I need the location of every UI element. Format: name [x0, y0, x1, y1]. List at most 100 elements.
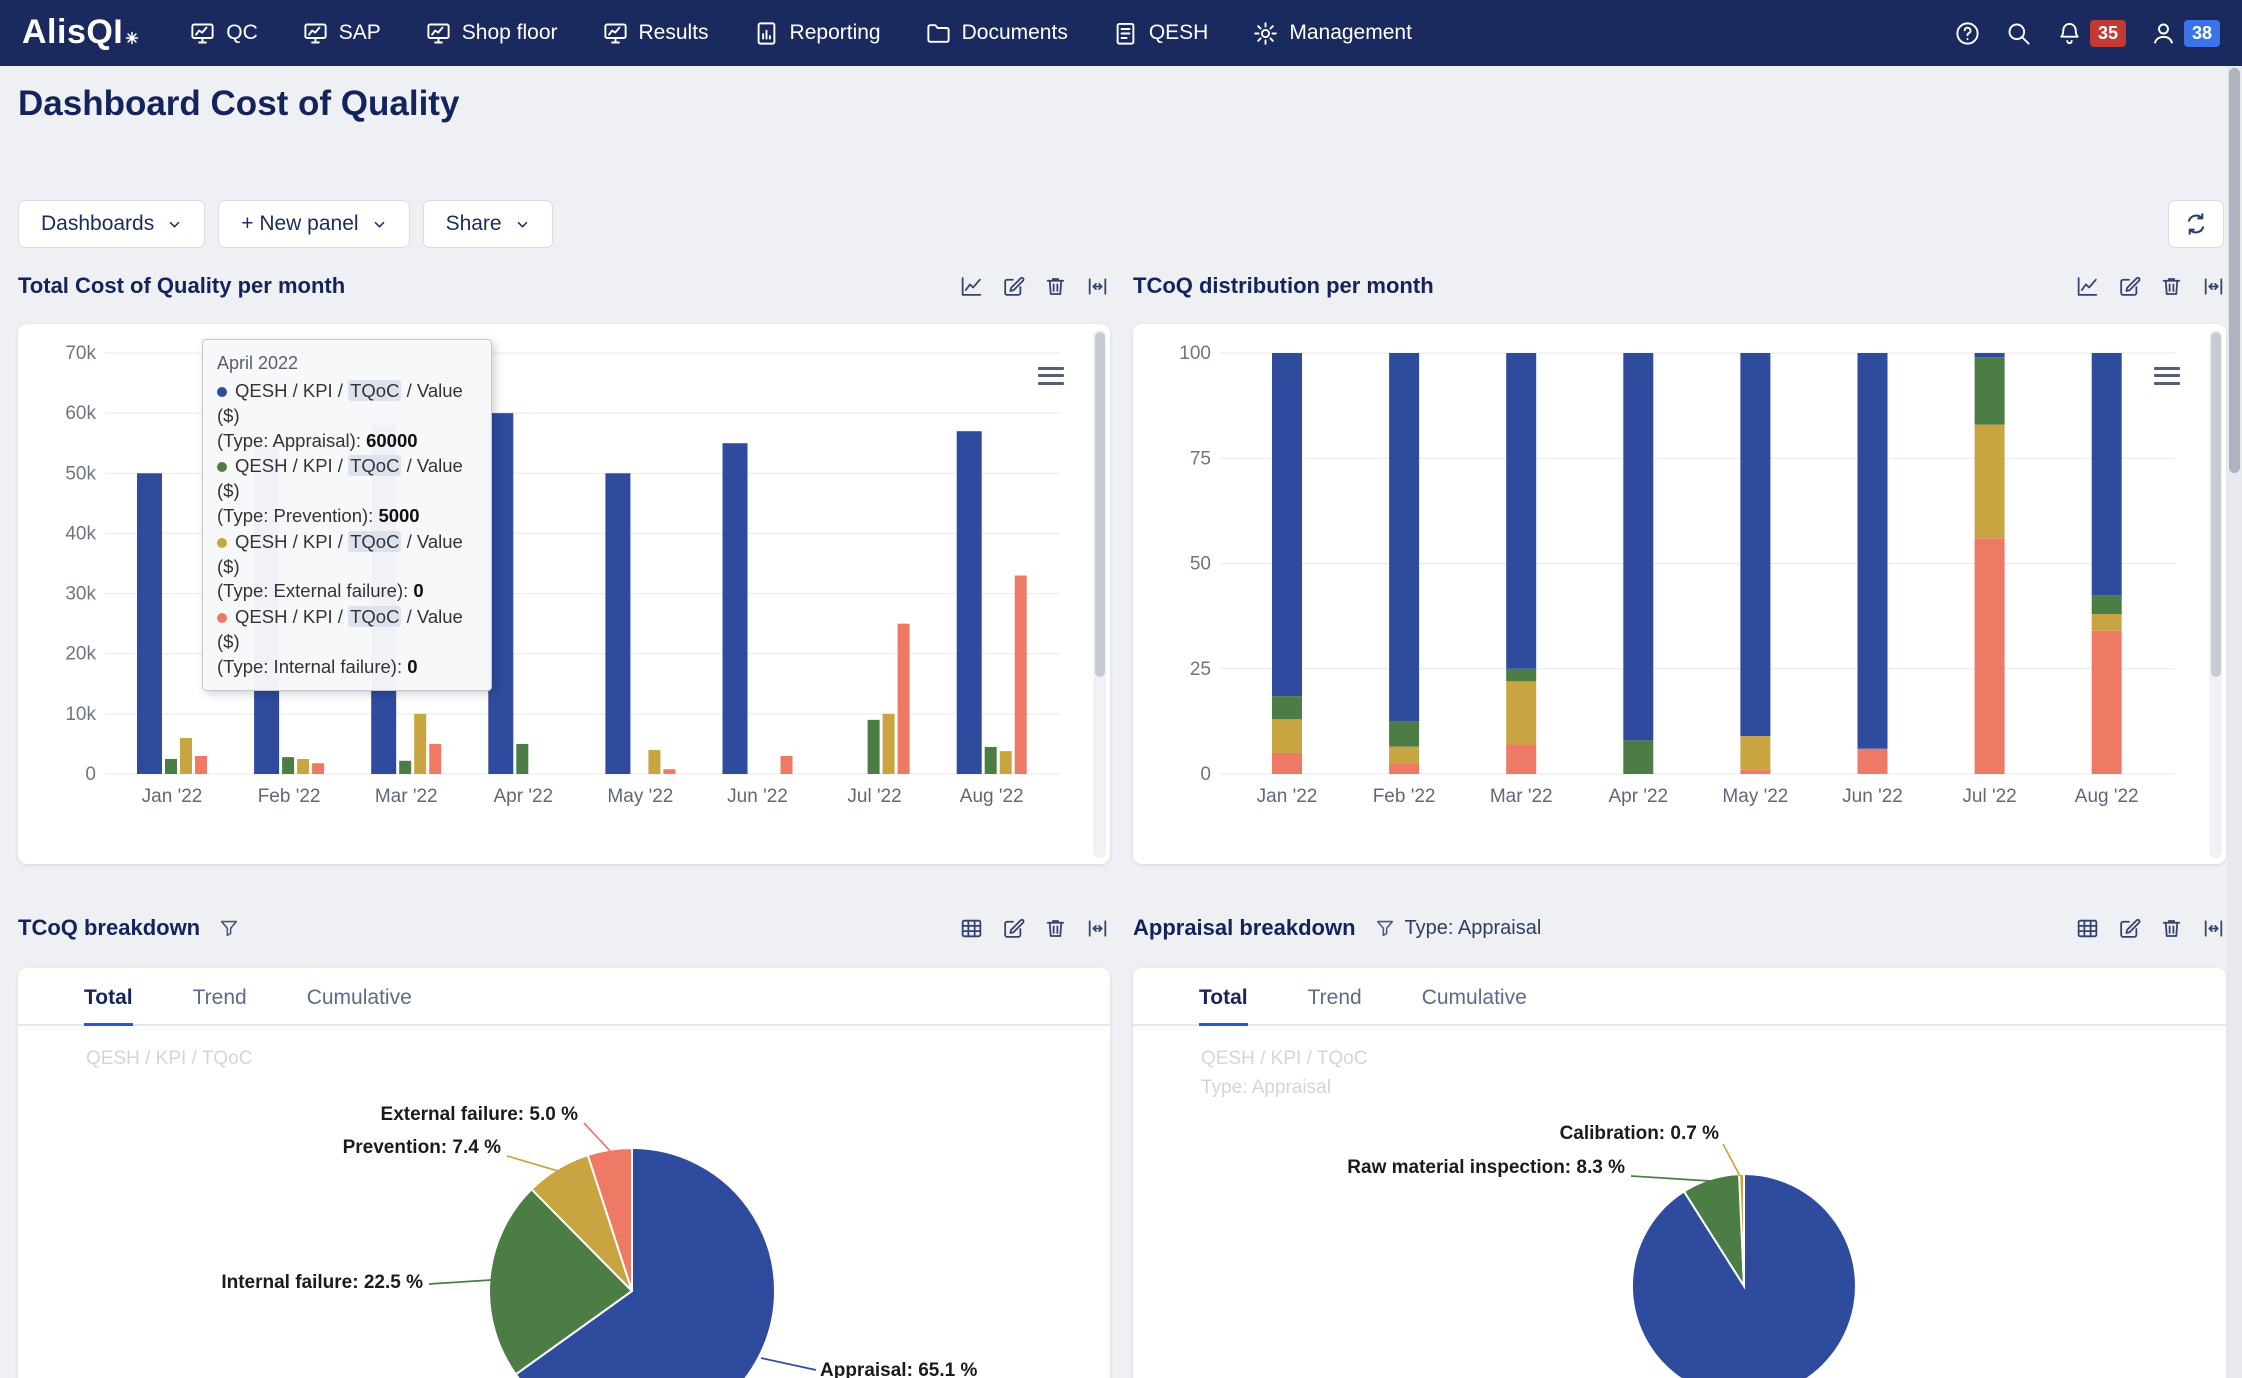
nav-item-label: Results	[639, 21, 709, 45]
move-resize-icon[interactable]	[2201, 274, 2226, 299]
chart-tooltip: April 2022 QESH / KPI / TQoC / Value ($)…	[202, 339, 492, 691]
dashboards-button[interactable]: Dashboards	[18, 200, 205, 248]
nav-item-label: Documents	[962, 21, 1068, 45]
tooltip-entry-appraisal: QESH / KPI / TQoC / Value ($) (Type: App…	[217, 379, 477, 453]
table-icon[interactable]	[959, 916, 984, 941]
filter-funnel-icon[interactable]	[218, 917, 240, 939]
move-resize-icon[interactable]	[2201, 916, 2226, 941]
help-icon	[1954, 20, 1981, 47]
edit-icon[interactable]	[2117, 916, 2142, 941]
trash-icon[interactable]	[1043, 274, 1068, 299]
trash-icon[interactable]	[2159, 916, 2184, 941]
svg-text:Jan '22: Jan '22	[1257, 786, 1318, 807]
tcoq-per-month-chart: 010k20k30k40k50k60k70kJan '22Feb '22Mar …	[18, 324, 1110, 864]
refresh-icon	[2183, 211, 2209, 237]
user-menu-button[interactable]: 38	[2150, 20, 2220, 47]
chart-menu-icon[interactable]	[1038, 362, 1064, 389]
appraisal-breakdown-pie-chart: Calibration: 0.7 % Raw material inspectio…	[1133, 968, 2226, 1378]
svg-text:40k: 40k	[65, 523, 96, 544]
nav-item-label: Management	[1289, 21, 1412, 45]
svg-text:Calibration: 0.7 %: Calibration: 0.7 %	[1560, 1123, 1720, 1144]
clipboard-icon	[1112, 20, 1139, 47]
svg-text:30k: 30k	[65, 584, 96, 605]
svg-text:Mar '22: Mar '22	[375, 786, 438, 807]
edit-icon[interactable]	[2117, 274, 2142, 299]
nav-item-sap[interactable]: SAP	[302, 20, 381, 47]
nav-item-management[interactable]: Management	[1252, 20, 1412, 47]
series-dot	[217, 538, 227, 548]
svg-text:Jun '22: Jun '22	[727, 786, 788, 807]
chevron-down-icon	[515, 217, 530, 232]
trash-icon[interactable]	[1043, 916, 1068, 941]
nav-item-shop-floor[interactable]: Shop floor	[425, 20, 558, 47]
panel-head-tcoq-dist: TCoQ distribution per month	[1133, 268, 2226, 304]
tooltip-entry-internal-failure: QESH / KPI / TQoC / Value ($) (Type: Int…	[217, 605, 477, 679]
page-scrollbar-thumb[interactable]	[2229, 68, 2240, 473]
nav-item-qesh[interactable]: QESH	[1112, 20, 1209, 47]
series-dot	[217, 462, 227, 472]
dashboards-button-label: Dashboards	[41, 212, 154, 236]
panel-title: Total Cost of Quality per month	[18, 273, 345, 299]
nav-item-reporting[interactable]: Reporting	[753, 20, 881, 47]
app-logo[interactable]: AlisQI	[22, 13, 139, 54]
move-resize-icon[interactable]	[1085, 916, 1110, 941]
nav-item-qc[interactable]: QC	[189, 20, 258, 47]
edit-icon[interactable]	[1001, 274, 1026, 299]
svg-text:25: 25	[1190, 659, 1211, 680]
share-button[interactable]: Share	[423, 200, 553, 248]
chevron-down-icon	[372, 217, 387, 232]
report-icon	[753, 20, 780, 47]
filter-funnel-icon[interactable]	[1374, 917, 1396, 939]
series-dot	[217, 613, 227, 623]
tcoq-breakdown-pie-chart: External failure: 5.0 %Prevention: 7.4 %…	[18, 968, 1110, 1378]
toolbar: Dashboards + New panel Share	[18, 200, 2224, 248]
svg-text:75: 75	[1190, 448, 1211, 469]
svg-text:May '22: May '22	[607, 786, 673, 807]
svg-text:Appraisal: 65.1 %: Appraisal: 65.1 %	[820, 1360, 977, 1378]
table-icon[interactable]	[2075, 916, 2100, 941]
svg-text:Prevention: 7.4 %: Prevention: 7.4 %	[343, 1137, 501, 1158]
panel-scrollbar[interactable]	[1093, 330, 1106, 858]
panel-actions	[2075, 274, 2226, 299]
panel-filter: Type: Appraisal	[1374, 917, 1542, 940]
chart-line-icon[interactable]	[959, 274, 984, 299]
panel-tcoq-dist: 0255075100Jan '22Feb '22Mar '22Apr '22Ma…	[1133, 324, 2226, 864]
panel-filter	[218, 917, 240, 939]
panel-scrollbar[interactable]	[2209, 330, 2222, 858]
trash-icon[interactable]	[2159, 274, 2184, 299]
scrollbar-thumb[interactable]	[2211, 332, 2221, 677]
nav-item-label: SAP	[339, 21, 381, 45]
move-resize-icon[interactable]	[1085, 274, 1110, 299]
svg-text:Jul '22: Jul '22	[847, 786, 901, 807]
svg-text:Raw material inspection: 8.3 %: Raw material inspection: 8.3 %	[1347, 1157, 1625, 1178]
top-navbar: AlisQI QC SAP Shop floor Results	[0, 0, 2242, 66]
page-scrollbar[interactable]	[2227, 66, 2242, 1378]
nav-item-results[interactable]: Results	[602, 20, 709, 47]
panel-head-appraisal-breakdown: Appraisal breakdown Type: Appraisal	[1133, 910, 2226, 946]
search-button[interactable]	[2005, 20, 2032, 47]
nav-item-label: Reporting	[790, 21, 881, 45]
panel-actions	[2075, 916, 2226, 941]
new-panel-button[interactable]: + New panel	[218, 200, 409, 248]
tooltip-title: April 2022	[217, 351, 477, 375]
chart-menu-icon[interactable]	[2154, 362, 2180, 389]
panel-tcoq-month: 010k20k30k40k50k60k70kJan '22Feb '22Mar …	[18, 324, 1110, 864]
chart-line-icon[interactable]	[2075, 274, 2100, 299]
svg-text:Jan '22: Jan '22	[142, 786, 203, 807]
notifications-button[interactable]: 35	[2056, 20, 2126, 47]
svg-text:0: 0	[85, 764, 96, 785]
user-count-badge: 38	[2184, 20, 2220, 47]
monitor-chart-icon	[189, 20, 216, 47]
svg-text:Apr '22: Apr '22	[1608, 786, 1668, 807]
svg-text:70k: 70k	[65, 343, 96, 364]
svg-text:Apr '22: Apr '22	[493, 786, 553, 807]
scrollbar-thumb[interactable]	[1095, 332, 1105, 677]
help-button[interactable]	[1954, 20, 1981, 47]
panel-title: Appraisal breakdown	[1133, 915, 1356, 941]
svg-text:Jul '22: Jul '22	[1962, 786, 2016, 807]
nav-item-documents[interactable]: Documents	[925, 20, 1068, 47]
svg-text:100: 100	[1179, 343, 1211, 364]
monitor-chart-icon	[602, 20, 629, 47]
refresh-button[interactable]	[2168, 200, 2224, 248]
edit-icon[interactable]	[1001, 916, 1026, 941]
